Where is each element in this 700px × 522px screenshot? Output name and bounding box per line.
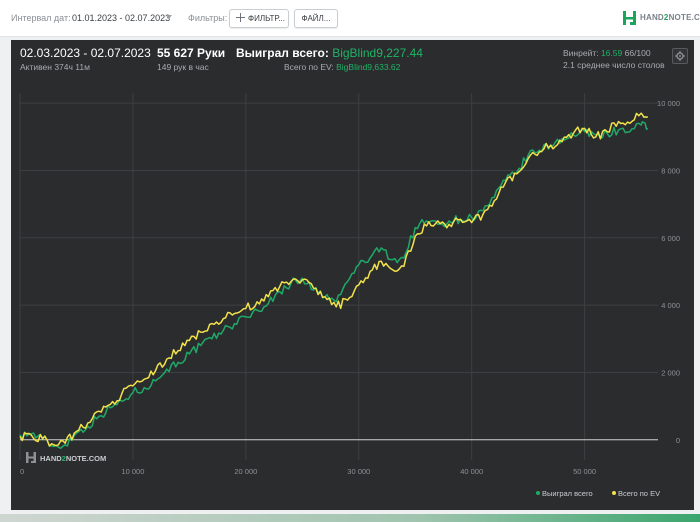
filter-button[interactable]: ФИЛЬТР... [229,9,289,28]
chart-series [19,112,649,450]
watermark: HAND2NOTE.COM [26,452,106,463]
files-button[interactable]: ФАЙЛ... [294,9,338,28]
graph-panel: 02.03.2023 - 02.07.2023 Активен 374ч 11м… [11,40,694,510]
x-tick-label: 50 000 [573,467,596,476]
y-tick-label: 6 000 [661,234,680,243]
y-tick-label: 4 000 [661,301,680,310]
plus-icon [236,13,245,22]
brand-logo: HAND2NOTE.COM [623,11,700,25]
x-tick-label: 0 [20,467,24,476]
chart-ticks: 0 10 000 20 000 30 000 40 000 50 000 0 2 000 4 0… [20,99,680,476]
series-line-ev [19,112,649,447]
y-tick-label: 10 000 [657,99,680,108]
bottom-strip [0,514,700,522]
chart-legend: Выиграл всего Всего по EV [536,489,660,498]
legend-item-ev[interactable]: Всего по EV [618,489,660,498]
brand-name: HAND2NOTE.COM [640,13,700,22]
toolbar: Интервал дат: 01.01.2023 - 02.07.2023 Фи… [0,0,700,37]
x-tick-label: 40 000 [460,467,483,476]
interval-label: Интервал дат: [11,13,71,23]
chevron-down-icon[interactable] [166,15,172,19]
y-tick-label: 0 [676,436,680,445]
filters-label: Фильтры: [188,13,228,23]
profit-chart: 0 10 000 20 000 30 000 40 000 50 000 0 2 000 4 0… [19,93,680,498]
x-tick-label: 10 000 [121,467,144,476]
y-tick-label: 8 000 [661,166,680,175]
x-tick-label: 20 000 [234,467,257,476]
legend-marker [612,491,616,495]
legend-marker [536,491,540,495]
y-tick-label: 2 000 [661,368,680,377]
hand2note-logo-icon [623,11,636,25]
legend-item-won[interactable]: Выиграл всего [542,489,593,498]
watermark-text: HAND2NOTE.COM [40,454,106,463]
filter-button-label: ФИЛЬТР... [248,14,285,23]
files-button-label: ФАЙЛ... [301,14,331,23]
interval-value[interactable]: 01.01.2023 - 02.07.2023 [72,13,170,23]
x-tick-label: 30 000 [347,467,370,476]
